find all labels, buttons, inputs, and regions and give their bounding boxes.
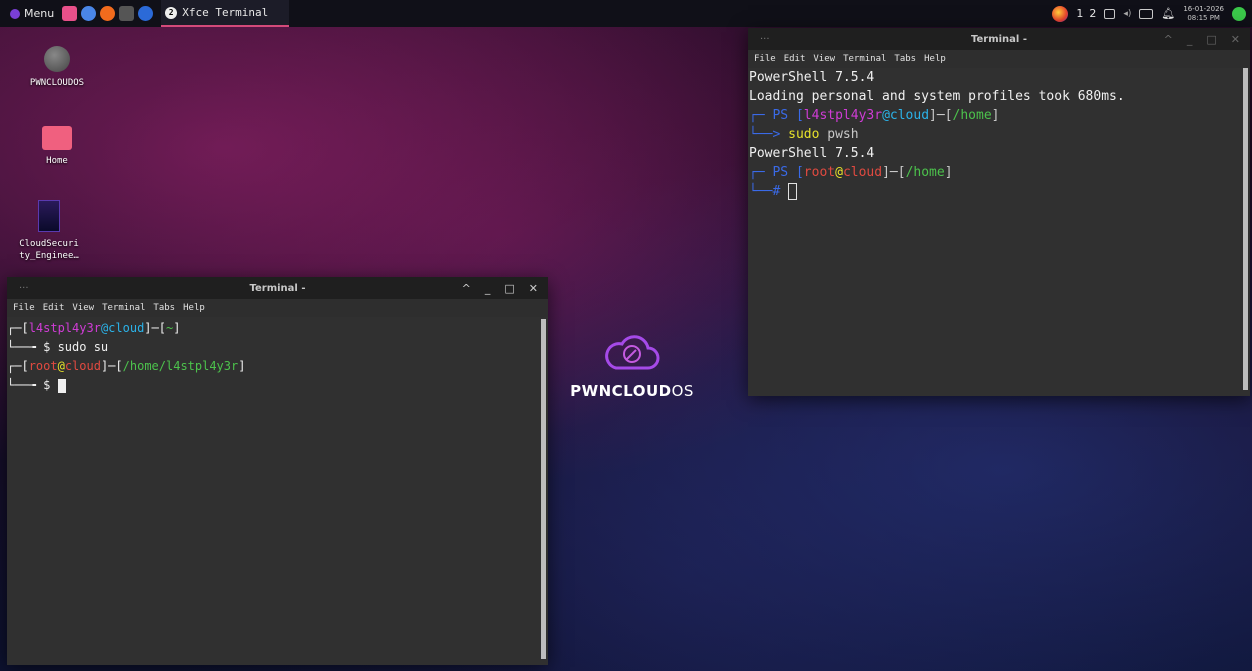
clipboard-icon[interactable] — [1104, 8, 1116, 19]
menu-button[interactable]: Menu — [0, 7, 62, 20]
minimize-icon[interactable]: _ — [1187, 33, 1193, 46]
shade-icon[interactable]: ^ — [462, 282, 471, 295]
output-line: PowerShell 7.5.4 — [749, 70, 875, 85]
titlebar[interactable]: ··· Terminal - ^ _ □ ✕ — [748, 28, 1250, 50]
app-launcher-icon[interactable] — [119, 6, 135, 21]
menu-help[interactable]: Help — [924, 54, 946, 64]
window-menu-dots[interactable]: ··· — [760, 34, 770, 45]
battery-icon[interactable] — [1139, 8, 1154, 19]
scrollbar[interactable] — [1243, 68, 1248, 390]
vscode-launcher-icon[interactable] — [138, 6, 154, 21]
menubar: File Edit View Terminal Tabs Help — [7, 299, 548, 317]
cloud-logo-icon — [605, 335, 660, 370]
menu-help[interactable]: Help — [183, 303, 205, 313]
task-title: Xfce Terminal — [182, 6, 269, 19]
menu-terminal[interactable]: Terminal — [102, 303, 145, 313]
workspace-1[interactable]: 1 — [1076, 7, 1083, 20]
task-count-badge: 2 — [165, 6, 178, 19]
power-icon[interactable] — [1232, 6, 1246, 21]
desktop-icon-label: PWNCLOUDOS — [29, 78, 85, 88]
menu-file[interactable]: File — [754, 54, 776, 64]
ebook-icon — [38, 200, 60, 232]
workspace-2[interactable]: 2 — [1089, 7, 1096, 20]
firefox-launcher-icon[interactable] — [100, 6, 116, 21]
prompt-line: ┌─ PS [root@cloud]─[/home] — [749, 165, 953, 180]
terminal-output[interactable]: ┌─[l4stpl4y3r@cloud]─[~] └──╼ $ sudo su … — [7, 317, 548, 665]
window-menu-dots[interactable]: ··· — [19, 283, 29, 294]
pwncloudos-brand: PWNCLOUDOS — [562, 330, 702, 400]
launchers — [62, 6, 154, 21]
clock-date: 16-01-2026 — [1183, 4, 1224, 13]
browser-launcher-icon[interactable] — [81, 6, 97, 21]
shade-icon[interactable]: ^ — [1164, 33, 1173, 46]
bell-icon[interactable]: 🔔︎ — [1161, 7, 1175, 20]
terminal-window-left[interactable]: ··· Terminal - ^ _ □ ✕ File Edit View Te… — [7, 277, 548, 665]
menu-tabs[interactable]: Tabs — [894, 54, 916, 64]
close-icon[interactable]: ✕ — [1231, 33, 1240, 46]
brand-bold: PWNCLOUD — [570, 382, 672, 400]
menubar: File Edit View Terminal Tabs Help — [748, 50, 1250, 68]
menu-edit[interactable]: Edit — [43, 303, 65, 313]
output-line: PowerShell 7.5.4 — [749, 146, 875, 161]
command-line: └──> sudo pwsh — [749, 127, 859, 142]
terminal-output[interactable]: PowerShell 7.5.4 Loading personal and sy… — [748, 68, 1250, 396]
drive-icon — [44, 46, 70, 72]
menu-logo-icon — [10, 8, 20, 19]
menu-view[interactable]: View — [72, 303, 94, 313]
system-tray: 1 2 ◂) 🔔︎ 16-01-2026 08:15 PM — [1052, 0, 1246, 27]
brand-light: OS — [671, 382, 694, 400]
desktop-icon-label: Home — [46, 156, 68, 166]
command-line: └──╼ $ — [7, 376, 548, 395]
close-icon[interactable]: ✕ — [529, 282, 538, 295]
maximize-icon[interactable]: □ — [504, 282, 514, 295]
maximize-icon[interactable]: □ — [1206, 33, 1216, 46]
desktop-icon-label: CloudSecuri ty_Enginee… — [19, 239, 79, 261]
menu-edit[interactable]: Edit — [784, 54, 806, 64]
menu-view[interactable]: View — [813, 54, 835, 64]
menu-label: Menu — [24, 7, 55, 20]
clock-time: 08:15 PM — [1187, 13, 1220, 22]
desktop-icon-home[interactable]: Home — [12, 126, 102, 166]
command-line: └──╼ $ sudo su — [7, 340, 109, 354]
titlebar[interactable]: ··· Terminal - ^ _ □ ✕ — [7, 277, 548, 299]
top-panel: Menu 2 Xfce Terminal 1 2 ◂) 🔔︎ 16-01-202… — [0, 0, 1252, 27]
taskbar-item-terminal[interactable]: 2 Xfce Terminal — [161, 0, 290, 27]
menu-file[interactable]: File — [13, 303, 35, 313]
home-folder-icon — [42, 126, 72, 150]
firefox-tray-icon[interactable] — [1052, 5, 1069, 22]
volume-icon[interactable]: ◂) — [1123, 9, 1131, 19]
output-line: Loading personal and system profiles too… — [749, 89, 1125, 104]
text-cursor — [57, 378, 66, 393]
menu-tabs[interactable]: Tabs — [153, 303, 175, 313]
prompt-line: ┌─[root@cloud]─[/home/l4stpl4y3r] — [7, 359, 246, 373]
command-line: └──# — [749, 182, 1250, 201]
desktop-icon-ebook[interactable]: CloudSecuri ty_Enginee… — [8, 200, 90, 262]
text-cursor — [788, 183, 798, 200]
menu-terminal[interactable]: Terminal — [843, 54, 886, 64]
folder-launcher-icon[interactable] — [62, 6, 78, 21]
desktop-icon-pwncloudos[interactable]: PWNCLOUDOS — [12, 46, 102, 88]
terminal-window-right[interactable]: ··· Terminal - ^ _ □ ✕ File Edit View Te… — [748, 28, 1250, 396]
clock[interactable]: 16-01-2026 08:15 PM — [1183, 5, 1224, 23]
minimize-icon[interactable]: _ — [485, 282, 491, 295]
workspace-switcher[interactable]: 1 2 — [1076, 7, 1096, 20]
prompt-line: ┌─ PS [l4stpl4y3r@cloud]─[/home] — [749, 108, 1000, 123]
scrollbar[interactable] — [541, 319, 546, 659]
prompt-line: ┌─[l4stpl4y3r@cloud]─[~] — [7, 321, 181, 335]
